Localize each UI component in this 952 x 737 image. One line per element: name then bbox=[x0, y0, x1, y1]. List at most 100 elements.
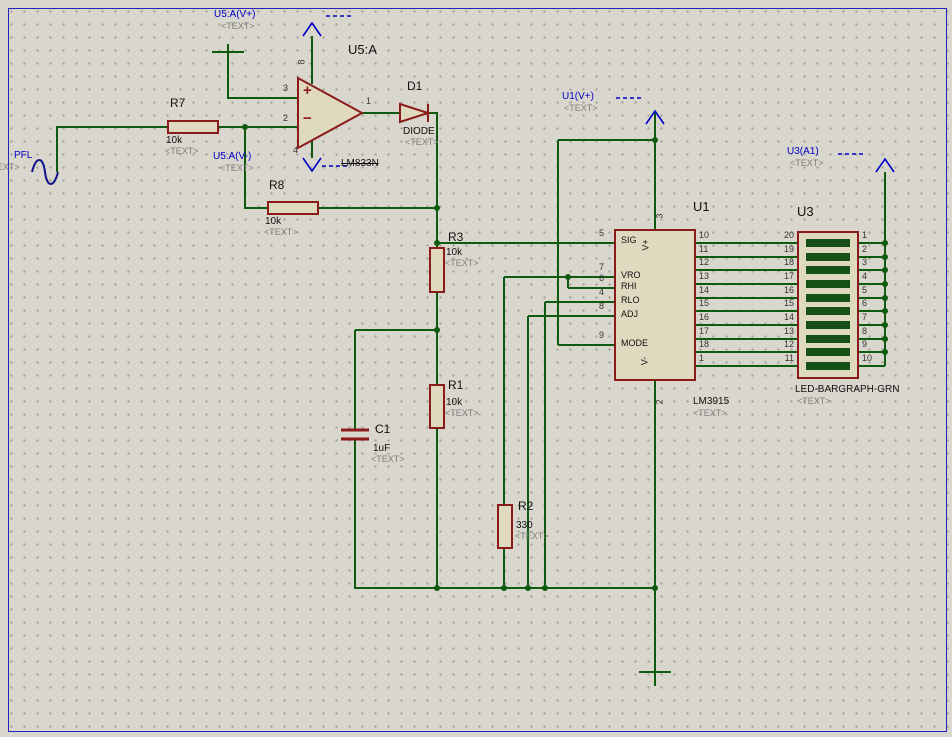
opamp-minus-sign: − bbox=[303, 110, 312, 127]
pinnum-u3-7: 7 bbox=[862, 312, 868, 322]
pinnum-u5a-vplus: 8 bbox=[296, 59, 307, 65]
net-placeholder-u5a-vminus: <TEXT> bbox=[220, 163, 254, 173]
pinnum-u3-19: 19 bbox=[783, 244, 794, 254]
placeholder-u3: <TEXT> bbox=[797, 396, 831, 406]
net-label-pfl: PFL bbox=[14, 150, 33, 161]
pinname-u1-rhi: RHI bbox=[621, 281, 637, 291]
pinnum-u3-2: 2 bbox=[862, 244, 868, 254]
ref-u3: U3 bbox=[797, 204, 814, 219]
net-label-u3-a1: U3(A1) bbox=[787, 146, 819, 157]
value-r1: 10k bbox=[446, 397, 463, 408]
value-r8: 10k bbox=[265, 216, 282, 227]
ref-r8: R8 bbox=[269, 178, 285, 192]
pinname-u1-vplus: V+ bbox=[640, 239, 651, 251]
pinnum-u3-16: 16 bbox=[783, 285, 794, 295]
pinnum-u3-15: 15 bbox=[783, 298, 794, 308]
resistor-r2-body[interactable] bbox=[497, 504, 513, 549]
ground-symbol-input[interactable] bbox=[212, 44, 244, 62]
value-r2: 330 bbox=[516, 520, 533, 531]
pinnum-u3-1: 1 bbox=[862, 230, 868, 240]
pinnum-u3-5: 5 bbox=[862, 285, 868, 295]
pinnum-u3-6: 6 bbox=[862, 298, 868, 308]
pinnum-u3-4: 4 bbox=[862, 271, 868, 281]
power-terminal-u1-vplus-icon[interactable] bbox=[616, 97, 665, 125]
net-placeholder-u5a-vplus: <TEXT> bbox=[221, 21, 255, 31]
pinnum-u1-2: 2 bbox=[654, 399, 665, 405]
pinnum-u1-4: 4 bbox=[599, 287, 605, 297]
value-u3: LED-BARGRAPH-GRN bbox=[795, 384, 900, 395]
ref-r1: R1 bbox=[448, 378, 464, 392]
pinnum-u3-17: 17 bbox=[783, 271, 794, 281]
placeholder-r2: <TEXT> bbox=[515, 531, 549, 541]
value-r3: 10k bbox=[446, 247, 463, 258]
pinnum-u5a-inv: 2 bbox=[283, 113, 289, 123]
placeholder-c1: <TEXT> bbox=[371, 454, 405, 464]
pinnum-u1-8: 8 bbox=[599, 301, 605, 311]
pinnum-u3-11: 11 bbox=[784, 353, 794, 363]
pinnum-u5a-out: 1 bbox=[366, 96, 372, 106]
capacitor-c1-body[interactable] bbox=[341, 428, 369, 441]
pinnum-u1-out-13: 13 bbox=[699, 271, 710, 281]
pinnum-u1-7: 7 bbox=[599, 262, 605, 272]
ground-symbol-main[interactable] bbox=[639, 671, 671, 686]
pinnum-u3-12: 12 bbox=[783, 339, 794, 349]
placeholder-d1: <TEXT> bbox=[405, 137, 439, 147]
schematic-layer[interactable] bbox=[0, 0, 952, 737]
net-placeholder-u1-vplus: <TEXT> bbox=[564, 103, 598, 113]
pinname-u1-adj: ADJ bbox=[621, 309, 639, 319]
bargraph-u3-body[interactable] bbox=[797, 231, 859, 379]
placeholder-r1: <TEXT> bbox=[445, 408, 479, 418]
pinnum-u1-6: 6 bbox=[599, 273, 605, 283]
pinnum-u1-out-17: 17 bbox=[699, 326, 710, 336]
pinnum-u1-out-1: 1 bbox=[699, 353, 705, 363]
diode-d1-body[interactable] bbox=[399, 102, 432, 124]
placeholder-u1: <TEXT> bbox=[693, 408, 727, 418]
pinnum-u1-out-18: 18 bbox=[699, 339, 710, 349]
power-terminal-u3-a1-icon[interactable] bbox=[838, 153, 895, 173]
ref-u1: U1 bbox=[693, 199, 710, 214]
pinname-u1-vro: VRO bbox=[621, 270, 641, 280]
pinname-u1-vminus: V- bbox=[639, 356, 650, 366]
value-u1: LM3915 bbox=[693, 396, 730, 407]
ref-r7: R7 bbox=[170, 96, 186, 110]
resistor-r8-body[interactable] bbox=[267, 201, 319, 215]
net-label-u1-vplus: U1(V+) bbox=[562, 91, 594, 102]
pinnum-u1-out-12: 12 bbox=[699, 257, 710, 267]
pinnum-u5a-noninv: 3 bbox=[283, 83, 289, 93]
resistor-r3-body[interactable] bbox=[429, 247, 445, 293]
pinname-u1-mode: MODE bbox=[621, 338, 648, 348]
resistor-r1-body[interactable] bbox=[429, 384, 445, 429]
value-c1: 1uF bbox=[373, 443, 391, 454]
pinnum-u1-out-10: 10 bbox=[699, 230, 710, 240]
pinname-u1-sig: SIG bbox=[621, 235, 637, 245]
opamp-plus-sign: + bbox=[303, 82, 312, 99]
ref-r3: R3 bbox=[448, 230, 464, 244]
resistor-r7-body[interactable] bbox=[167, 120, 219, 134]
pinnum-u1-3: 3 bbox=[654, 213, 665, 219]
pinnum-u1-out-14: 14 bbox=[699, 285, 710, 295]
pinnum-u3-13: 13 bbox=[783, 326, 794, 336]
ref-d1: D1 bbox=[407, 79, 423, 93]
pinnum-u3-10: 10 bbox=[862, 353, 873, 363]
pinnum-u1-out-15: 15 bbox=[699, 298, 710, 308]
pinnum-u1-out-16: 16 bbox=[699, 312, 710, 322]
net-label-u5a-vminus: U5:A(V-) bbox=[213, 151, 252, 162]
power-terminal-u5a-vplus-icon[interactable] bbox=[302, 15, 352, 37]
net-placeholder-pfl: <TEXT> bbox=[0, 162, 20, 172]
pinnum-u1-5: 5 bbox=[599, 228, 605, 238]
pinnum-u3-18: 18 bbox=[783, 257, 794, 267]
ref-r2: R2 bbox=[518, 499, 534, 513]
pinnum-u5a-vminus: 4 bbox=[293, 145, 299, 155]
net-placeholder-u3-a1: <TEXT> bbox=[790, 158, 824, 168]
value-u5a: LM833N bbox=[341, 158, 379, 169]
pinnum-u3-20: 20 bbox=[783, 230, 794, 240]
pinnum-u3-14: 14 bbox=[783, 312, 794, 322]
value-d1: DIODE bbox=[403, 126, 435, 137]
placeholder-r3: <TEXT> bbox=[445, 258, 479, 268]
placeholder-r8: <TEXT> bbox=[264, 227, 298, 237]
pfl-generator-icon[interactable] bbox=[31, 159, 59, 185]
pinnum-u3-9: 9 bbox=[862, 339, 868, 349]
schematic-canvas[interactable]: U5:A(V+) <TEXT> U5:A(V-) <TEXT> U1(V+) <… bbox=[0, 0, 952, 737]
pinnum-u1-9: 9 bbox=[599, 330, 605, 340]
net-label-u5a-vplus: U5:A(V+) bbox=[214, 9, 256, 20]
